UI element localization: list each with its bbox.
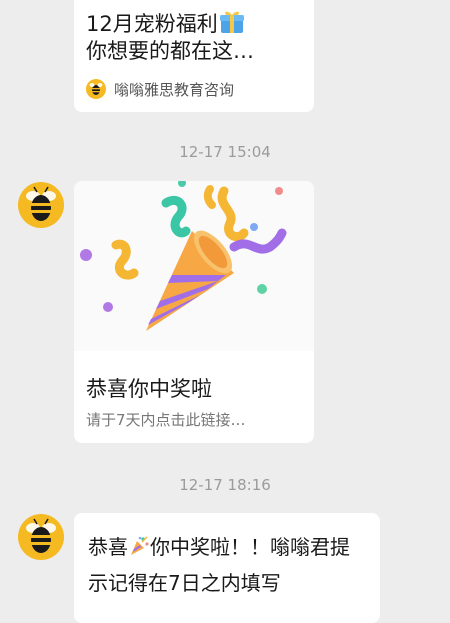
article-title-line2: 你想要的都在这… xyxy=(86,39,254,63)
party-popper-illustration xyxy=(74,181,314,351)
bee-logo-icon xyxy=(26,518,56,553)
timestamp: 12-17 18:16 xyxy=(179,476,271,494)
prize-card[interactable]: 恭喜你中奖啦 请于7天内点击此链接… xyxy=(74,181,314,443)
prize-description: 请于7天内点击此链接… xyxy=(86,411,246,429)
gift-icon xyxy=(219,10,245,34)
timestamp: 12-17 15:04 xyxy=(179,143,271,161)
source-name: 嗡嗡雅思教育咨询 xyxy=(114,80,235,99)
avatar[interactable] xyxy=(18,514,64,560)
party-popper-icon xyxy=(128,532,150,555)
prize-title: 恭喜你中奖啦 xyxy=(86,377,212,401)
avatar[interactable] xyxy=(18,182,64,228)
article-source: 嗡嗡雅思教育咨询 xyxy=(86,76,234,102)
bee-logo-icon xyxy=(86,79,106,99)
bee-logo-icon xyxy=(26,186,56,221)
article-title-line1: 12月宠粉福利 xyxy=(86,12,218,36)
article-title: 12月宠粉福利 你想要的都在这… xyxy=(86,10,306,65)
message-text: 恭喜 你中奖啦！！嗡嗡君提示记得在7日之内填写 xyxy=(88,529,368,601)
message-bubble[interactable]: 恭喜 你中奖啦！！嗡嗡君提示记得在7日之内填写 xyxy=(74,513,380,623)
article-card[interactable]: 12月宠粉福利 你想要的都在这… 嗡嗡雅思教育咨询 xyxy=(74,0,314,112)
message-text-start: 恭喜 xyxy=(88,535,128,559)
